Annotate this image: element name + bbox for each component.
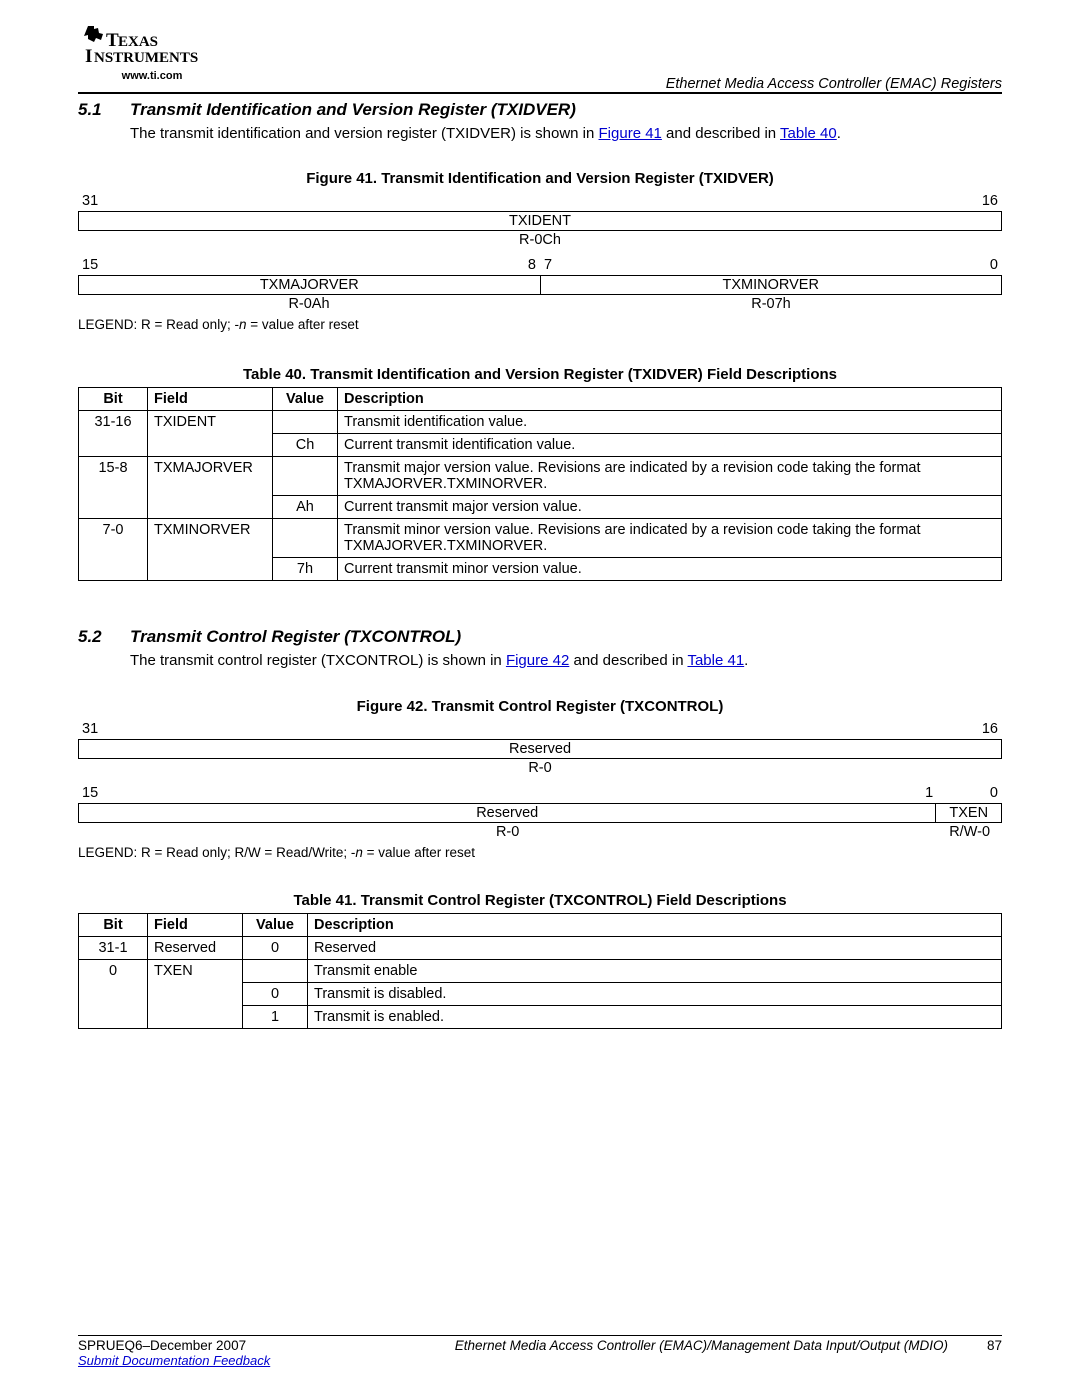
col-field: Field <box>148 388 273 411</box>
section-5-2-body: The transmit control register (TXCONTROL… <box>130 651 1002 671</box>
bitfield-reset: R-0Ch <box>78 231 1002 249</box>
section-title: Transmit Control Register (TXCONTROL) <box>130 627 461 646</box>
bit-label: 0 <box>937 783 1002 803</box>
figure-42-legend: LEGEND: R = Read only; R/W = Read/Write;… <box>78 845 1002 860</box>
footer-title: Ethernet Media Access Controller (EMAC)/… <box>246 1338 972 1353</box>
bitfield-reset: R-07h <box>540 295 1002 313</box>
header-category: Ethernet Media Access Controller (EMAC) … <box>666 76 1002 92</box>
table-41-title: Table 41. Transmit Control Register (TXC… <box>78 892 1002 909</box>
ti-logo: T EXAS I NSTRUMENTS www.ti.com <box>82 24 222 82</box>
link-figure-41[interactable]: Figure 41 <box>599 125 662 142</box>
bit-label: 16 <box>82 191 1002 211</box>
bitfield-reset: R-0 <box>78 823 937 841</box>
section-5-2-heading: 5.2Transmit Control Register (TXCONTROL) <box>78 627 1002 647</box>
table-row: 1 Transmit is enabled. <box>79 1005 1002 1028</box>
bitfield-reserved: Reserved <box>78 803 936 823</box>
table-row: 0 Transmit is disabled. <box>79 982 1002 1005</box>
table-row: 7h Current transmit minor version value. <box>79 558 1002 581</box>
svg-text:NSTRUMENTS: NSTRUMENTS <box>94 50 198 66</box>
svg-text:I: I <box>85 46 92 67</box>
bitfield-txen: TXEN <box>936 803 1002 823</box>
footer-divider <box>78 1335 1002 1336</box>
bit-label: 16 <box>78 719 1002 739</box>
figure-41-title: Figure 41. Transmit Identification and V… <box>78 170 1002 187</box>
table-40: Bit Field Value Description 31-16 TXIDEN… <box>78 387 1002 581</box>
table-row: Ah Current transmit major version value. <box>79 496 1002 519</box>
table-row: 7-0 TXMINORVER Transmit minor version va… <box>79 519 1002 558</box>
page: T EXAS I NSTRUMENTS www.ti.com Ethernet … <box>0 0 1080 1397</box>
section-5-1-body: The transmit identification and version … <box>130 124 1002 144</box>
bitfield-txident: TXIDENT <box>78 211 1002 231</box>
figure-41: 31 16 TXIDENT R-0Ch 15 8 7 0 TXMAJORVER … <box>78 191 1002 313</box>
col-desc: Description <box>338 388 1002 411</box>
link-table-41[interactable]: Table 41 <box>687 652 744 669</box>
table-41: Bit Field Value Description 31-1 Reserve… <box>78 913 1002 1029</box>
link-figure-42[interactable]: Figure 42 <box>506 652 569 669</box>
page-number: 87 <box>972 1338 1002 1353</box>
table-40-title: Table 40. Transmit Identification and Ve… <box>78 366 1002 383</box>
section-title: Transmit Identification and Version Regi… <box>130 100 576 119</box>
col-desc: Description <box>308 913 1002 936</box>
section-number: 5.2 <box>78 627 130 647</box>
bit-label: 0 <box>540 255 1002 275</box>
col-bit: Bit <box>79 913 148 936</box>
figure-42-title: Figure 42. Transmit Control Register (TX… <box>78 698 1002 715</box>
figure-42: 31 16 Reserved R-0 15 1 0 Reserved TXEN … <box>78 719 1002 841</box>
figure-41-legend: LEGEND: R = Read only; -n = value after … <box>78 317 1002 332</box>
bitfield-reset: R-0Ah <box>78 295 540 313</box>
link-submit-feedback[interactable]: Submit Documentation Feedback <box>78 1353 270 1368</box>
bit-label: 1 <box>77 783 937 803</box>
bitfield-txmajorver: TXMAJORVER <box>78 275 541 295</box>
table-header-row: Bit Field Value Description <box>79 913 1002 936</box>
svg-text:EXAS: EXAS <box>118 34 158 50</box>
ti-logo-icon: T EXAS I NSTRUMENTS <box>82 24 222 70</box>
col-bit: Bit <box>79 388 148 411</box>
table-row: 0 TXEN Transmit enable <box>79 959 1002 982</box>
table-row: 31-16 TXIDENT Transmit identification va… <box>79 411 1002 434</box>
footer-docid: SPRUEQ6–December 2007 <box>78 1338 246 1353</box>
bit-label: 8 <box>78 255 540 275</box>
bitfield-txminorver: TXMINORVER <box>541 275 1003 295</box>
table-row: 31-1 Reserved 0 Reserved <box>79 936 1002 959</box>
col-field: Field <box>148 913 243 936</box>
col-value: Value <box>243 913 308 936</box>
section-5-1-heading: 5.1Transmit Identification and Version R… <box>78 100 1002 120</box>
bitfield-reset: R-0 <box>78 759 1002 777</box>
ti-url: www.ti.com <box>82 70 222 82</box>
bitfield-reset: R/W-0 <box>937 823 1002 841</box>
page-footer: SPRUEQ6–December 2007 Ethernet Media Acc… <box>78 1335 1002 1369</box>
page-header: T EXAS I NSTRUMENTS www.ti.com Ethernet … <box>78 24 1002 92</box>
header-divider <box>78 92 1002 94</box>
col-value: Value <box>273 388 338 411</box>
link-table-40[interactable]: Table 40 <box>780 125 837 142</box>
bitfield-reserved: Reserved <box>78 739 1002 759</box>
section-number: 5.1 <box>78 100 130 120</box>
table-header-row: Bit Field Value Description <box>79 388 1002 411</box>
table-row: 15-8 TXMAJORVER Transmit major version v… <box>79 457 1002 496</box>
table-row: Ch Current transmit identification value… <box>79 434 1002 457</box>
